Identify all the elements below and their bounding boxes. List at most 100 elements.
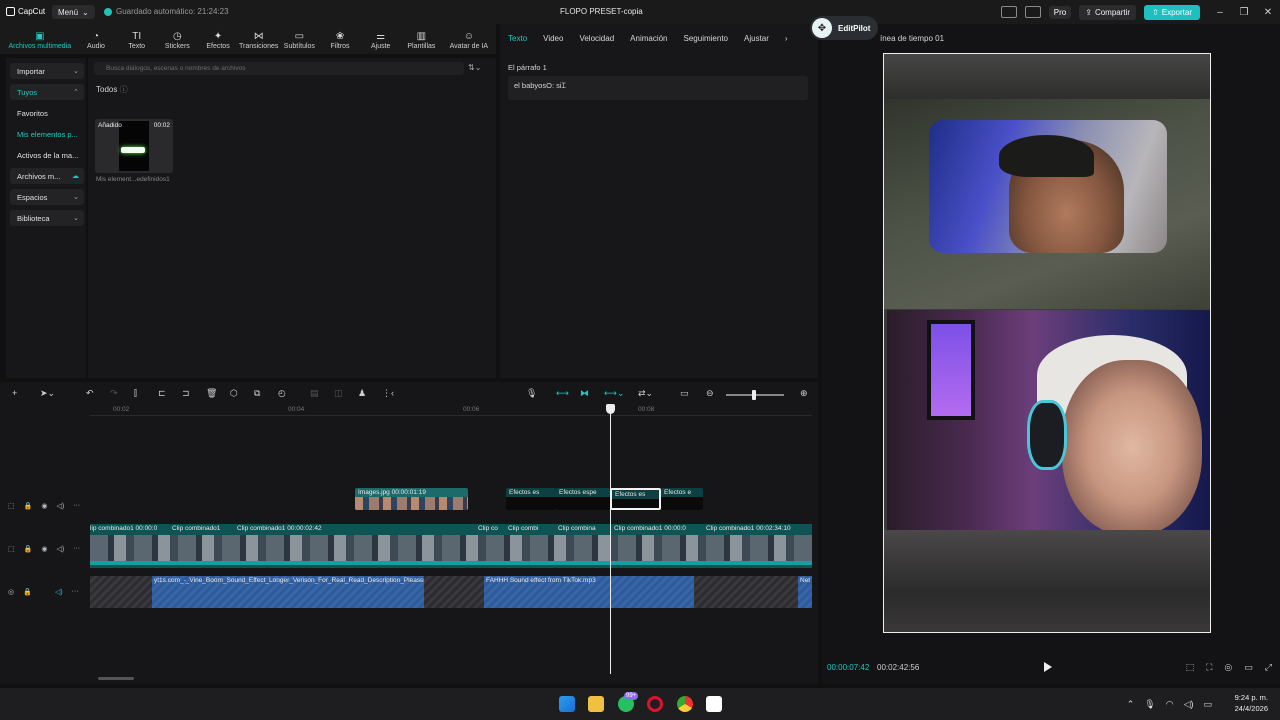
capcut-taskbar-icon[interactable]	[706, 696, 722, 712]
file-explorer-icon[interactable]	[588, 696, 604, 712]
preview-canvas[interactable]	[883, 53, 1211, 633]
sidebar-item-media-files[interactable]: Archivos m... ☁	[10, 168, 84, 184]
overlay-clip-effect[interactable]: Efectos es	[506, 488, 556, 510]
more-icon[interactable]: ···	[73, 502, 80, 510]
tab-media[interactable]: ▣ Archivos multimedia	[4, 26, 76, 54]
overlay-video-2[interactable]	[887, 310, 1210, 530]
sidebar-item-favorites[interactable]: Favoritos	[10, 105, 84, 121]
export-button[interactable]: ⇧ Exportar	[1144, 4, 1200, 20]
tab-filters[interactable]: ❀ Filtros	[320, 26, 361, 54]
crop-icon[interactable]: ⛶	[1206, 662, 1212, 673]
delete-icon[interactable]: 🗑	[206, 388, 217, 399]
tab-speed[interactable]: Velocidad	[571, 34, 622, 43]
shield-icon[interactable]: ⬡	[230, 388, 238, 399]
split-left-icon[interactable]: ⊏	[158, 388, 166, 399]
preview-axis-icon[interactable]: ⇄⌄	[638, 388, 653, 399]
paragraph-text-input[interactable]: el babyosO: siꞮ	[508, 76, 808, 100]
zoom-out-icon[interactable]: ⊖	[706, 388, 714, 399]
menu-button[interactable]: Menú ⌄	[52, 5, 95, 19]
sidebar-item-my-elements[interactable]: Mis elementos p...	[10, 126, 84, 142]
zoom-slider-handle[interactable]	[752, 390, 756, 400]
microphone-icon[interactable]: 🎙	[1144, 699, 1155, 710]
tabs-next-icon[interactable]: ›	[777, 34, 796, 43]
audio-clip[interactable]: yt1s.com_-_Vine_Boom_Sound_Effect_Longer…	[152, 576, 429, 608]
overlay-clip-effect[interactable]: Efectos e	[661, 488, 703, 510]
battery-icon[interactable]: ▭	[1203, 699, 1212, 710]
tab-adjust[interactable]: ⚌ Ajuste	[360, 26, 401, 54]
sidebar-item-import[interactable]: Importar ⌄	[10, 63, 84, 79]
maximize-icon[interactable]: ❐	[1232, 7, 1256, 18]
chrome-icon[interactable]	[677, 696, 693, 712]
timeline-scrollbar[interactable]	[98, 677, 134, 680]
wifi-icon[interactable]: ◠	[1166, 699, 1174, 710]
eye-icon[interactable]: ◉	[41, 545, 47, 553]
clip-label[interactable]: Clip co	[478, 525, 498, 532]
tab-transitions[interactable]: ⋈ Transiciones	[238, 26, 279, 54]
clip-label[interactable]: Clip combinado1	[172, 525, 220, 532]
clip-label[interactable]: Clip combinado1 00:02:34:10	[706, 525, 791, 532]
caption-icon[interactable]: ▭	[680, 388, 689, 399]
volume-icon[interactable]: ◁)	[56, 502, 64, 510]
microphone-icon[interactable]: 🎙	[526, 388, 537, 399]
overlay-video-1[interactable]	[929, 120, 1167, 253]
clock[interactable]: 9:24 p. m. 24/4/2026	[1235, 692, 1268, 714]
minimize-icon[interactable]: –	[1208, 7, 1232, 18]
undo-icon[interactable]: ↶	[86, 388, 94, 399]
link-icon[interactable]: ⟷	[556, 388, 569, 399]
tab-tracking[interactable]: Seguimiento	[676, 34, 736, 43]
volume-icon[interactable]: ◁)	[55, 588, 63, 596]
pro-button[interactable]: Pro	[1048, 5, 1072, 19]
main-video-track[interactable]: lip combinado1 00:00:0 Clip combinado1 C…	[90, 524, 812, 568]
tab-subtitles[interactable]: ▭ Subtítulos	[279, 26, 320, 54]
share-button[interactable]: ⇪ Compartir	[1079, 4, 1137, 20]
media-search-input[interactable]: Busca diálogos, escenas o nombres de arc…	[94, 62, 464, 75]
sidebar-item-brand-assets[interactable]: Activos de la ma...	[10, 147, 84, 163]
tab-fit[interactable]: Ajustar	[736, 34, 777, 43]
clip-label[interactable]: Clip combina	[558, 525, 596, 532]
person-cutout-icon[interactable]: ♟	[358, 388, 366, 399]
speaker-icon[interactable]: ◁)	[1184, 699, 1194, 710]
more-icon[interactable]: ···	[72, 588, 79, 596]
tab-audio[interactable]: ◔ Audio	[76, 26, 117, 54]
tab-templates[interactable]: ▥ Plantillas	[401, 26, 442, 54]
redo-icon[interactable]: ↷	[110, 388, 118, 399]
linkage-icon[interactable]: ⟷⌄	[604, 388, 624, 399]
select-tool-icon[interactable]: ➤⌄	[40, 388, 55, 399]
windows-start-icon[interactable]	[559, 696, 575, 712]
media-thumbnail[interactable]: Añadido 00:02	[95, 119, 173, 173]
tab-video[interactable]: Video	[535, 34, 571, 43]
sidebar-item-library[interactable]: Biblioteca ⌄	[10, 210, 84, 226]
overlay-clip-effect[interactable]: Efectos espe	[556, 488, 610, 510]
snap-icon[interactable]: ⧓	[580, 388, 589, 399]
opera-icon[interactable]	[647, 696, 663, 712]
eye-icon[interactable]: ◉	[41, 502, 47, 510]
clip-label[interactable]: Clip combi	[508, 525, 538, 532]
fullscreen-icon[interactable]: ⤢	[1265, 662, 1272, 673]
more-icon[interactable]: ···	[73, 545, 80, 553]
chevron-up-icon[interactable]: ⌃	[1127, 699, 1135, 710]
ratio-icon[interactable]: ▭	[1244, 662, 1253, 673]
keyboard-icon[interactable]	[1024, 6, 1041, 18]
audio-clip[interactable]: FAHHH Sound effect from TikTok.mp3	[484, 576, 694, 608]
collapse-icon[interactable]: ⋮‹	[382, 388, 394, 399]
sidebar-item-yours[interactable]: Tuyos ⌃	[10, 84, 84, 100]
lock-icon[interactable]: 🔒	[24, 545, 33, 553]
crop-tool-icon[interactable]: ⧉	[254, 388, 260, 399]
mirror-icon[interactable]: ◫	[334, 388, 343, 399]
layout-icon[interactable]	[1000, 6, 1017, 18]
tab-effects[interactable]: ✦ Efectos	[198, 26, 239, 54]
lock-icon[interactable]: 🔒	[23, 588, 32, 596]
speed-icon[interactable]: ◴	[278, 388, 286, 399]
audio-track-icon[interactable]: ◎	[8, 588, 14, 596]
add-icon[interactable]: +	[12, 388, 17, 398]
audio-clip[interactable]: Net	[798, 576, 812, 608]
marker-icon[interactable]: ⬚	[1186, 662, 1195, 673]
split-icon[interactable]: ⫿	[134, 388, 137, 399]
tab-animation[interactable]: Animación	[622, 34, 675, 43]
tab-text[interactable]: TI Texto	[116, 26, 157, 54]
sort-icon[interactable]: ⇅⌄	[468, 63, 481, 72]
track-toggle-icon[interactable]: ⬚	[8, 502, 15, 510]
tab-ai-avatar[interactable]: ☺ Avatar de IA	[442, 26, 496, 54]
volume-icon[interactable]: ◁)	[56, 545, 64, 553]
focus-icon[interactable]: ◎	[1224, 662, 1232, 673]
